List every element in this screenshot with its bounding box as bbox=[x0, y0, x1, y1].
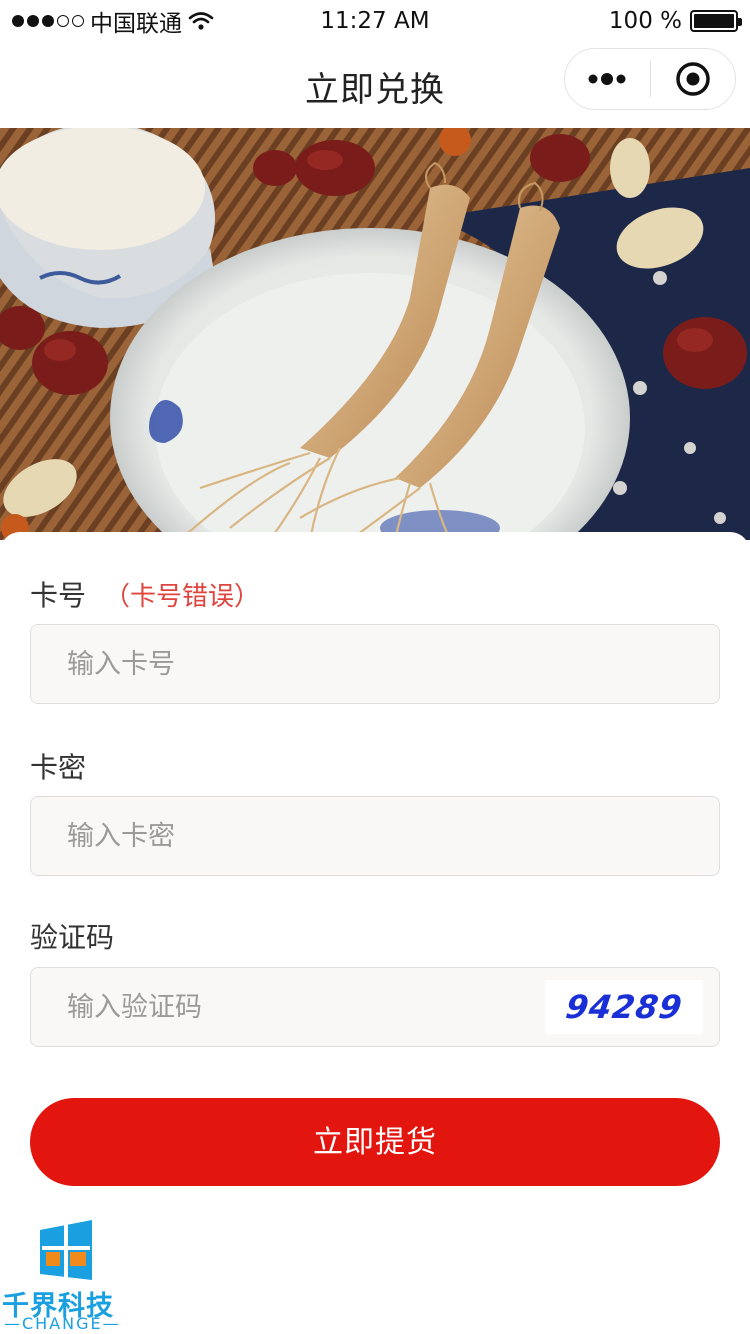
captcha-code: 94289 bbox=[563, 988, 685, 1026]
card-number-error: （卡号错误） bbox=[104, 582, 261, 612]
card-number-label: 卡号 （卡号错误） bbox=[30, 574, 260, 614]
submit-button[interactable]: 立即提货 bbox=[30, 1098, 720, 1186]
target-close-icon bbox=[676, 62, 710, 96]
card-password-label: 卡密 bbox=[30, 751, 87, 784]
battery-percent: 100 % bbox=[608, 8, 682, 34]
mini-program-capsule bbox=[564, 48, 736, 110]
watermark-logo: 千界科技 —CHANGE— bbox=[0, 1214, 130, 1334]
captcha-field: 94289 bbox=[30, 967, 720, 1047]
watermark-sub: —CHANGE— bbox=[4, 1314, 121, 1333]
close-button[interactable] bbox=[651, 49, 736, 109]
card-password-field bbox=[30, 796, 720, 876]
card-number-input[interactable] bbox=[31, 625, 719, 703]
status-right: 100 % bbox=[608, 6, 742, 36]
window-logo-icon bbox=[40, 1220, 92, 1280]
banner-image bbox=[0, 128, 750, 540]
status-bar: 中国联通 11:27 AM 100 % bbox=[0, 0, 750, 40]
battery-icon bbox=[690, 10, 742, 32]
more-dots-icon bbox=[588, 73, 626, 85]
more-button[interactable] bbox=[565, 49, 650, 109]
card-number-field bbox=[30, 624, 720, 704]
captcha-label: 验证码 bbox=[30, 921, 115, 954]
navigation-bar: 立即兑换 bbox=[0, 40, 750, 128]
ginseng-illustration bbox=[0, 128, 750, 540]
page: 中国联通 11:27 AM 100 % 立即兑换 卡号 （卡号错误） 输入卡号 … bbox=[0, 0, 750, 1334]
card-number-label-text: 卡号 bbox=[30, 579, 87, 612]
captcha-image[interactable]: 94289 bbox=[545, 980, 703, 1034]
card-password-input[interactable] bbox=[31, 797, 719, 875]
